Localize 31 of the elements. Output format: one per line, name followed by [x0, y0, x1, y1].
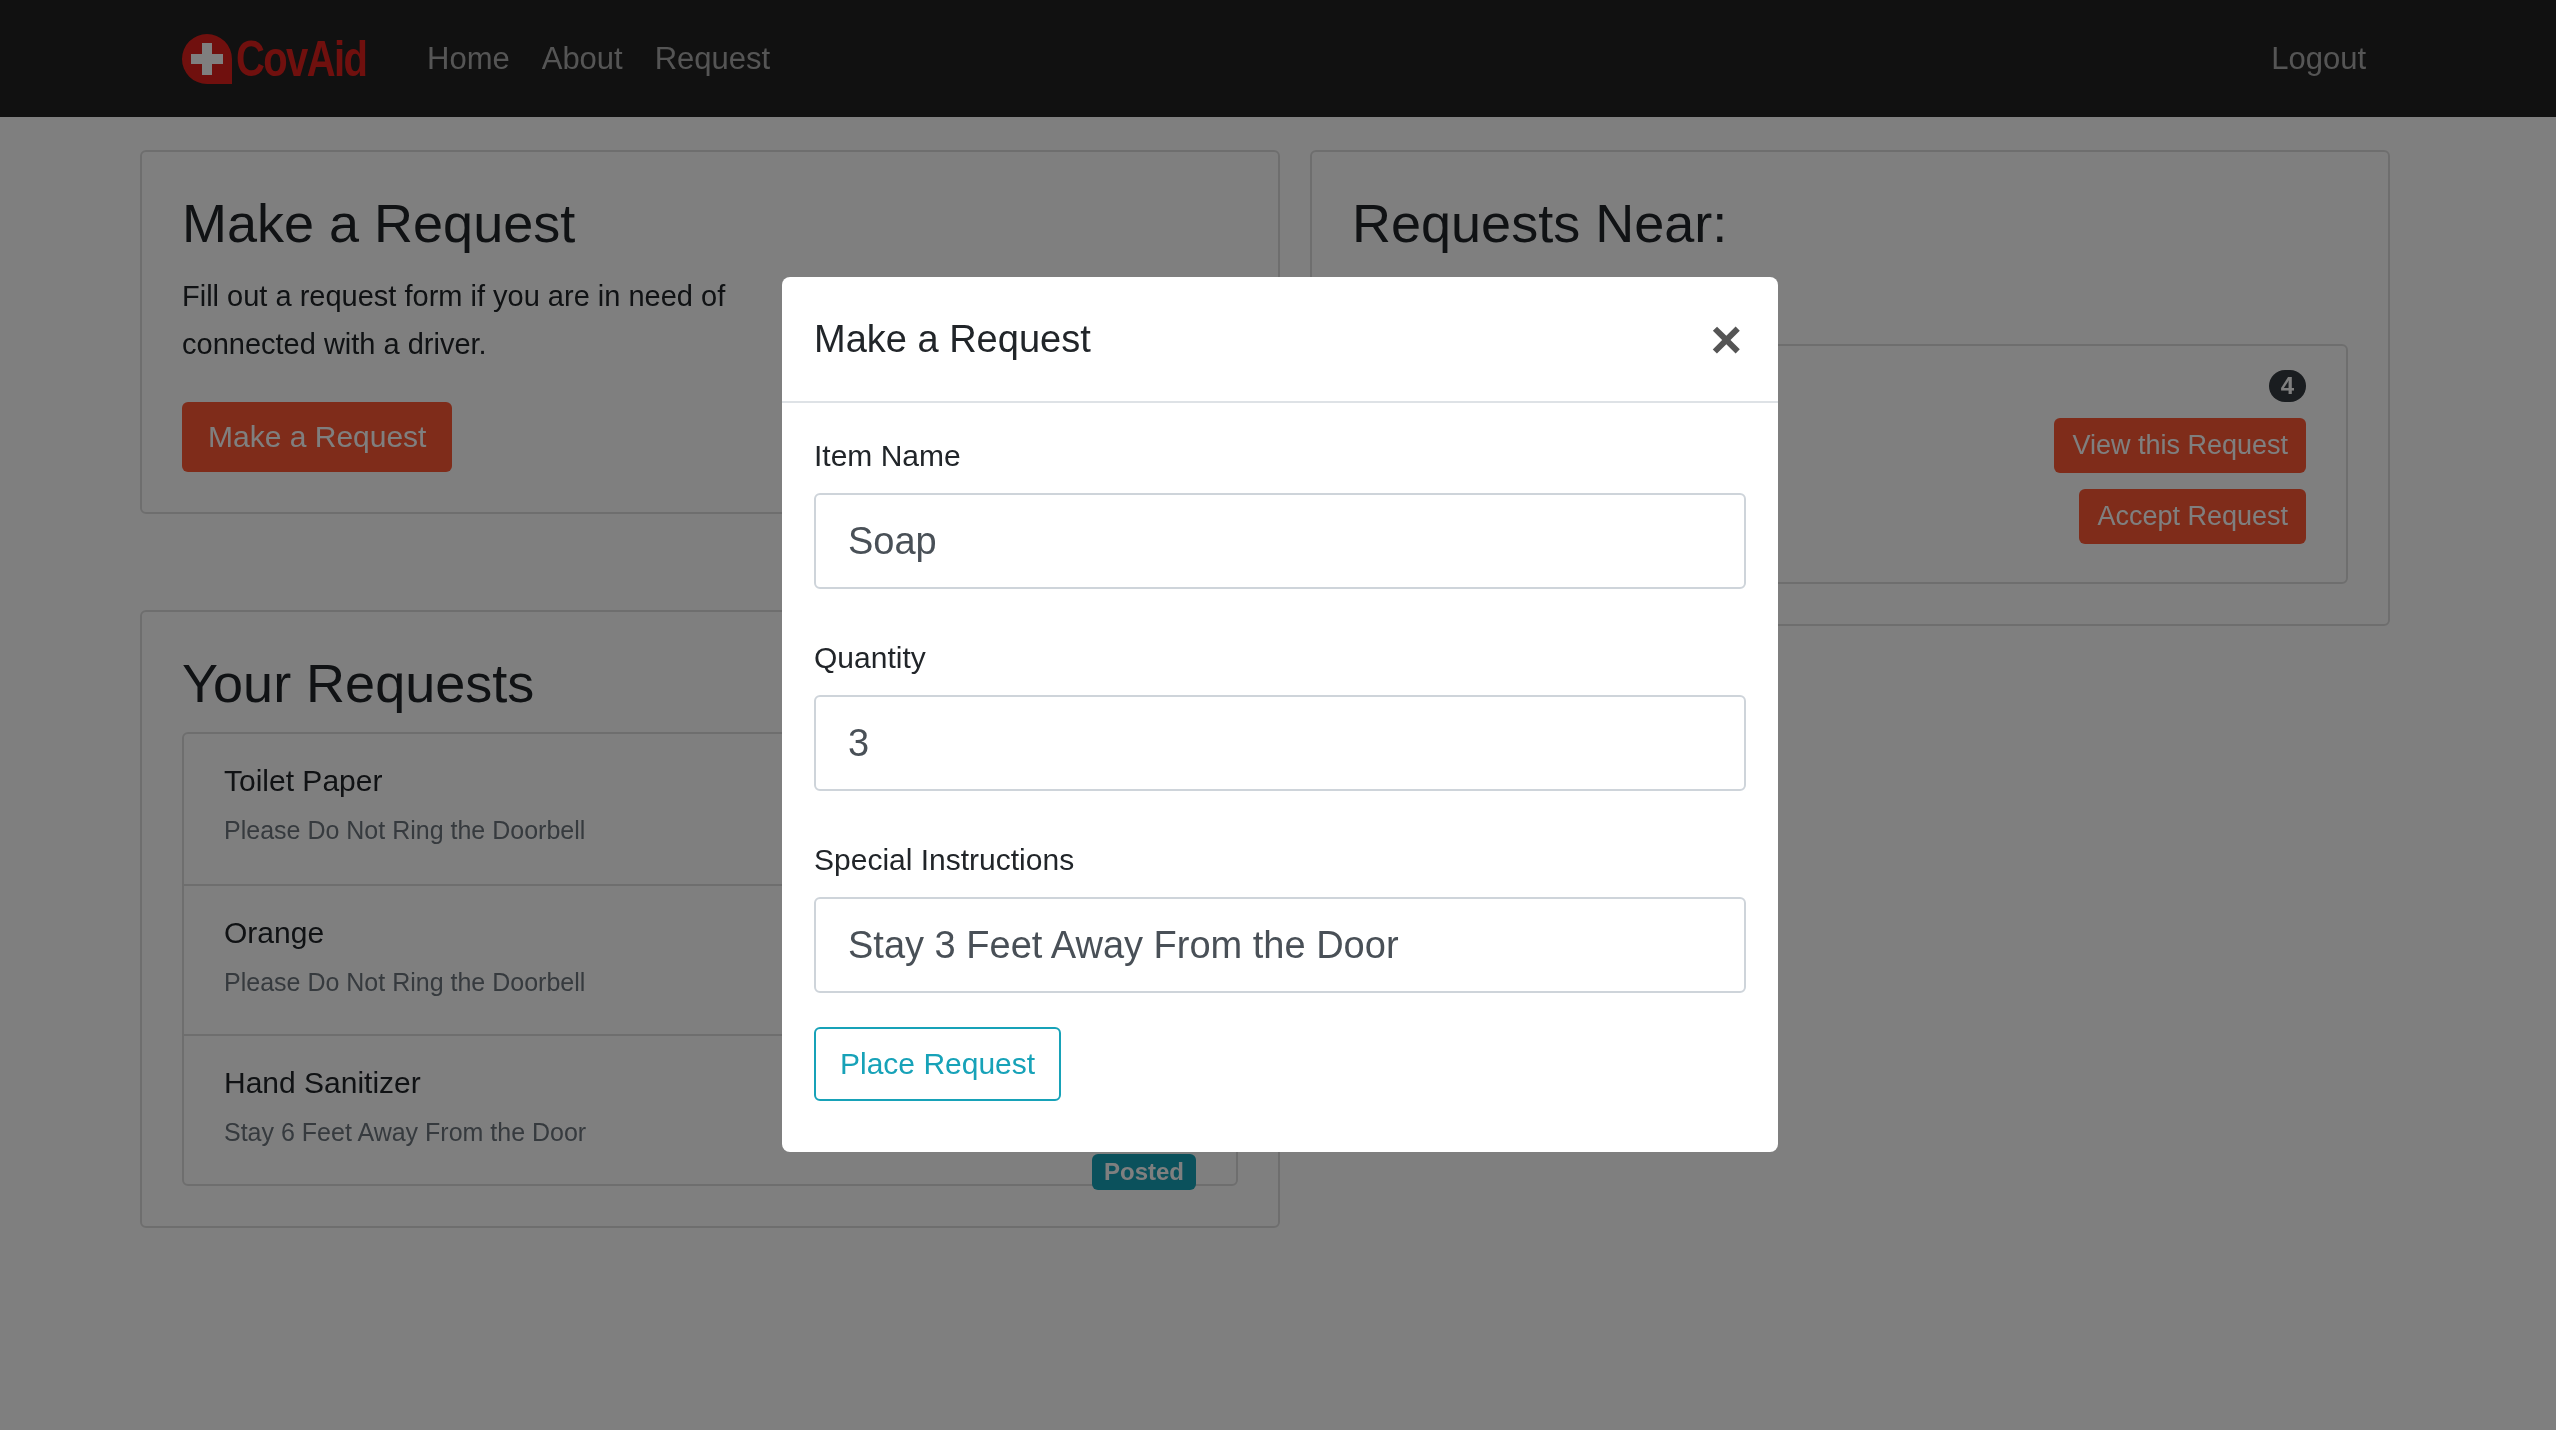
field-label: Item Name [814, 439, 961, 473]
make-request-button[interactable]: Make a Request [182, 402, 453, 472]
input-field[interactable]: 3 [814, 695, 1746, 791]
description-text: Fill out a request form if you are in need of [182, 279, 726, 314]
nav-link[interactable]: Home [427, 40, 510, 77]
request-instructions: Please Do Not Ring the Doorbell [224, 816, 586, 845]
card-title: Requests Near: [1352, 192, 1728, 254]
input-field[interactable]: Stay 3 Feet Away From the Door [814, 897, 1746, 993]
field-label: Special Instructions [814, 843, 1075, 877]
card-title: Your Requests [182, 652, 535, 714]
place-request-button[interactable]: Place Request [814, 1027, 1062, 1101]
nav-link[interactable]: About [541, 40, 623, 77]
field-label: Quantity [814, 641, 926, 675]
status-badge: Posted [1092, 1154, 1196, 1190]
description-text: connected with a driver. [182, 327, 487, 362]
medical-cross-logo-icon [180, 31, 234, 86]
close-button[interactable]: × [1706, 312, 1746, 366]
nav-link[interactable]: Request [654, 40, 771, 77]
brand-name[interactable]: CovAid [236, 29, 367, 88]
request-instructions: Please Do Not Ring the Doorbell [224, 968, 586, 997]
card-title: Make a Request [182, 192, 576, 254]
input-field[interactable]: Soap [814, 493, 1746, 589]
request-action-button[interactable]: View this Request [2054, 418, 2306, 473]
request-action-button[interactable]: Accept Request [2079, 489, 2306, 544]
logout-link[interactable]: Logout [2271, 40, 2366, 77]
modal-title: Make a Request [814, 317, 1091, 361]
request-name: Hand Sanitizer [224, 1066, 421, 1100]
request-name: Orange [224, 916, 325, 950]
request-instructions: Stay 6 Feet Away From the Door [224, 1118, 587, 1147]
count-badge: 4 [2268, 370, 2306, 402]
request-name: Toilet Paper [224, 764, 383, 798]
